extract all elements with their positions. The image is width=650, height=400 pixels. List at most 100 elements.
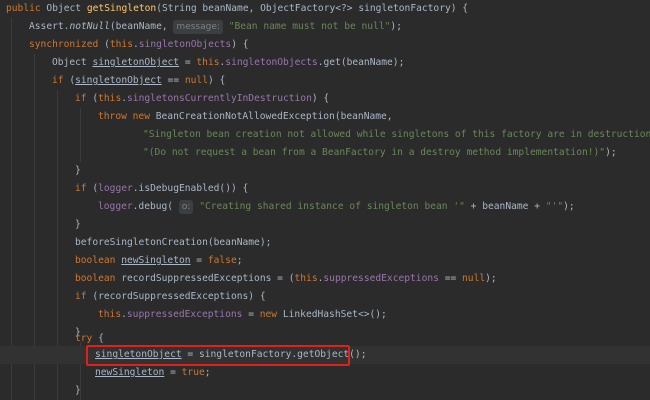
parameter-hint: message: (173, 20, 223, 34)
code-line[interactable]: boolean recordSuppressedExceptions = (th… (75, 270, 650, 288)
indent-guide (80, 108, 81, 162)
token: = (242, 309, 260, 320)
code-editor[interactable]: public Object getSingleton(String beanNa… (0, 0, 650, 400)
token: beforeSingletonCreation(beanName); (75, 237, 272, 248)
variable-name: newSingleton (121, 255, 191, 266)
field-name: logger (98, 183, 133, 194)
token: (String beanName, ObjectFactory<?> singl… (156, 3, 469, 14)
token: public (6, 3, 41, 14)
indent-guide (11, 18, 12, 400)
code-line[interactable]: beforeSingletonCreation(beanName); (75, 234, 650, 252)
token: Assert. (29, 21, 70, 32)
code-line[interactable]: Object singletonObject = this.singletonO… (52, 54, 650, 72)
token: Object (52, 57, 93, 68)
parameter-hint: o: (178, 200, 194, 214)
code-line[interactable]: "(Do not request a bean from a BeanFacto… (143, 144, 650, 162)
token: boolean (75, 273, 116, 284)
code-line[interactable]: } (75, 162, 650, 180)
token: ); (605, 147, 617, 158)
field-name: suppressedExceptions (126, 309, 243, 320)
code-line[interactable]: logger.debug( o: "Creating shared instan… (98, 198, 650, 216)
token: BeanCreationNotAllowedException(beanName… (149, 111, 393, 122)
token: ); (563, 201, 575, 212)
token: false (207, 255, 237, 266)
token: + beanName + (464, 201, 546, 212)
token: ); (485, 273, 497, 284)
token: = (190, 255, 208, 266)
token: if (52, 75, 64, 86)
code-line[interactable]: public Object getSingleton(String beanNa… (6, 0, 650, 18)
token: this (98, 309, 122, 320)
token: (recordSuppressedExceptions) { (86, 291, 266, 302)
method-name: getSingleton (86, 3, 157, 14)
token: .debug( (132, 201, 179, 212)
string-literal: "Singleton bean creation not allowed whi… (143, 129, 650, 140)
field-name: singletonObjects (138, 39, 232, 50)
token: LinkedHashSet<>(); (277, 309, 387, 320)
token: synchronized (29, 39, 99, 50)
token: ( (98, 39, 110, 50)
token: == (161, 75, 185, 86)
token: ); (390, 21, 402, 32)
token: ) { (311, 93, 330, 104)
token: try (75, 333, 93, 344)
token: true (181, 367, 205, 378)
code-line[interactable]: Assert.notNull(beanName, message: "Bean … (29, 18, 650, 36)
token: == (438, 273, 463, 284)
token: } (75, 219, 81, 230)
string-literal: "Bean name must not be null" (228, 21, 391, 32)
token: ( (63, 75, 76, 86)
token: ( (86, 93, 99, 104)
field-name: suppressedExceptions (323, 273, 439, 284)
field-name: logger (98, 201, 133, 212)
token: this (196, 57, 220, 68)
code-line[interactable]: } (75, 382, 650, 400)
token: .get(beanName); (317, 57, 405, 68)
token: = (164, 367, 182, 378)
token: if (75, 93, 87, 104)
token: } (75, 165, 81, 176)
code-line[interactable]: newSingleton = true; (95, 364, 650, 382)
variable-name: singletonObject (92, 57, 180, 68)
token: boolean (75, 255, 116, 266)
code-line[interactable]: this.suppressedExceptions = new LinkedHa… (98, 306, 650, 324)
token: { (92, 333, 104, 344)
token: notNull (69, 21, 110, 32)
token: this (294, 273, 318, 284)
token: null (462, 273, 486, 284)
token: if (75, 291, 87, 302)
code-line[interactable]: boolean newSingleton = false; (75, 252, 650, 270)
code-line[interactable]: synchronized (this.singletonObjects) { (29, 36, 650, 54)
token: new (259, 309, 278, 320)
token: (beanName, (109, 21, 174, 32)
code-line[interactable]: throw new BeanCreationNotAllowedExceptio… (98, 108, 650, 126)
string-literal: "(Do not request a bean from a BeanFacto… (143, 147, 606, 158)
token: throw new (98, 111, 150, 122)
token: = (179, 57, 197, 68)
token: Object (40, 3, 87, 14)
variable-name: newSingleton (95, 367, 165, 378)
token: if (75, 183, 87, 194)
token: ) { (207, 75, 226, 86)
token: recordSuppressedExceptions = ( (115, 273, 295, 284)
token: this (109, 39, 133, 50)
code-line[interactable]: if (recordSuppressedExceptions) { (75, 288, 650, 306)
token: ( (86, 183, 99, 194)
code-line[interactable]: if (this.singletonsCurrentlyInDestructio… (75, 90, 650, 108)
highlight-box (86, 345, 350, 366)
token: ; (204, 367, 211, 378)
token: .isDebugEnabled()) { (132, 183, 249, 194)
field-name: singletonsCurrentlyInDestruction (127, 93, 312, 104)
field-name: singletonObjects (225, 57, 318, 68)
token: } (75, 385, 81, 396)
code-line[interactable]: } (75, 216, 650, 234)
token: this (98, 93, 122, 104)
code-line[interactable]: if (singletonObject == null) { (52, 72, 650, 90)
string-literal: "'" (545, 201, 564, 212)
code-line[interactable]: "Singleton bean creation not allowed whi… (143, 126, 650, 144)
string-literal: "Creating shared instance of singleton b… (199, 201, 465, 212)
token: ) { (231, 39, 249, 50)
code-line[interactable]: if (logger.isDebugEnabled()) { (75, 180, 650, 198)
token: null (184, 75, 208, 86)
variable-name: singletonObject (75, 75, 162, 86)
